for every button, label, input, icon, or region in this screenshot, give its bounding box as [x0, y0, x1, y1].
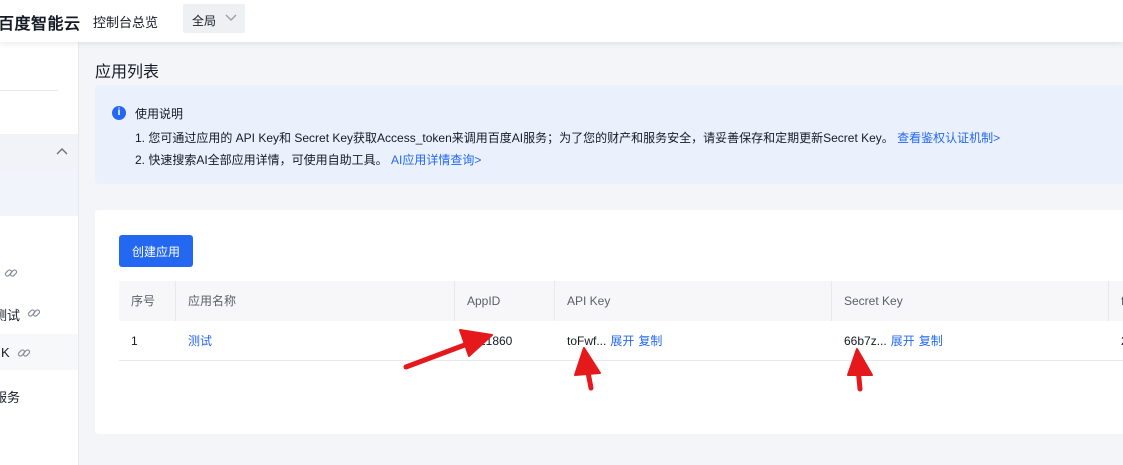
page-title: 应用列表	[95, 64, 160, 81]
row-api-key-cell: toFwf... 展开 复制	[555, 321, 832, 361]
api-key-value: toFwf...	[567, 334, 607, 348]
row-extra: 2	[1109, 321, 1123, 361]
sidebar-item-k[interactable]: K	[0, 334, 78, 370]
notice-line-2-text: 2. 快速搜索AI全部应用详情，可使用自助工具。	[135, 153, 388, 167]
col-extra: f	[1121, 294, 1123, 308]
col-app-name: 应用名称	[176, 281, 455, 321]
secret-key-value: 66b7z...	[844, 334, 887, 348]
table-row: 1 测试 ···21860 toFwf... 展开 复制 66b7z... 展开 复制 …	[119, 321, 1123, 361]
col-secret-key: Secret Key	[832, 281, 1109, 321]
link-icon	[4, 269, 18, 277]
app-query-link[interactable]: AI应用详情查询>	[391, 153, 481, 167]
usage-notice: i 使用说明 1. 您可通过应用的 API Key和 Secret Key获取A…	[95, 85, 1123, 184]
row-app-name-cell: 测试	[176, 321, 455, 361]
region-select[interactable]: 全局	[183, 4, 245, 33]
nav-console-overview[interactable]: 控制台总览	[93, 12, 158, 31]
chevron-down-icon	[225, 14, 237, 21]
api-key-expand-link[interactable]: 展开	[610, 334, 634, 348]
info-icon: i	[112, 106, 126, 120]
notice-line-1: 1. 您可通过应用的 API Key和 Secret Key获取Access_t…	[135, 129, 1000, 146]
top-navbar: 百度智能云 控制台总览 全局	[0, 0, 1123, 42]
region-select-value: 全局	[192, 14, 217, 28]
sidebar: 测试 K 服务	[0, 42, 79, 465]
col-index: 序号	[119, 281, 176, 321]
notice-line-1-text: 1. 您可通过应用的 API Key和 Secret Key获取Access_t…	[135, 131, 894, 145]
notice-title: 使用说明	[135, 107, 184, 121]
row-index: 1	[131, 334, 138, 348]
table-header: 序号 应用名称 AppID API Key Secret Key f	[119, 281, 1123, 321]
sidebar-item-active[interactable]	[0, 170, 78, 216]
sidebar-group-header[interactable]	[0, 134, 78, 170]
row-secret-key-cell: 66b7z... 展开 复制	[832, 321, 1109, 361]
app-name-link[interactable]: 测试	[188, 334, 212, 348]
sidebar-item-test[interactable]: 测试	[0, 294, 78, 330]
link-icon	[27, 309, 41, 317]
row-appid: ···21860	[467, 334, 513, 348]
sidebar-item-label: 测试	[0, 308, 21, 323]
sidebar-item-label: K	[1, 345, 10, 360]
sidebar-divider	[0, 90, 58, 91]
secret-key-copy-link[interactable]: 复制	[919, 334, 943, 348]
notice-line-2: 2. 快速搜索AI全部应用详情，可使用自助工具。 AI应用详情查询>	[135, 151, 481, 168]
sidebar-item-label: 服务	[0, 390, 21, 405]
sidebar-item-link-1[interactable]	[0, 254, 78, 290]
sidebar-item-service[interactable]: 服务	[0, 376, 78, 412]
auth-doc-link[interactable]: 查看鉴权认证机制>	[897, 131, 1000, 145]
col-api-key: API Key	[555, 281, 832, 321]
chevron-up-icon	[56, 148, 68, 155]
link-icon	[17, 349, 31, 357]
brand-logo[interactable]: 百度智能云	[0, 10, 81, 34]
app-list-card: 创建应用 序号 应用名称 AppID API Key Secret Key f …	[95, 210, 1123, 434]
api-key-copy-link[interactable]: 复制	[638, 334, 662, 348]
secret-key-expand-link[interactable]: 展开	[891, 334, 915, 348]
create-app-button[interactable]: 创建应用	[119, 235, 193, 267]
col-appid: AppID	[455, 281, 555, 321]
